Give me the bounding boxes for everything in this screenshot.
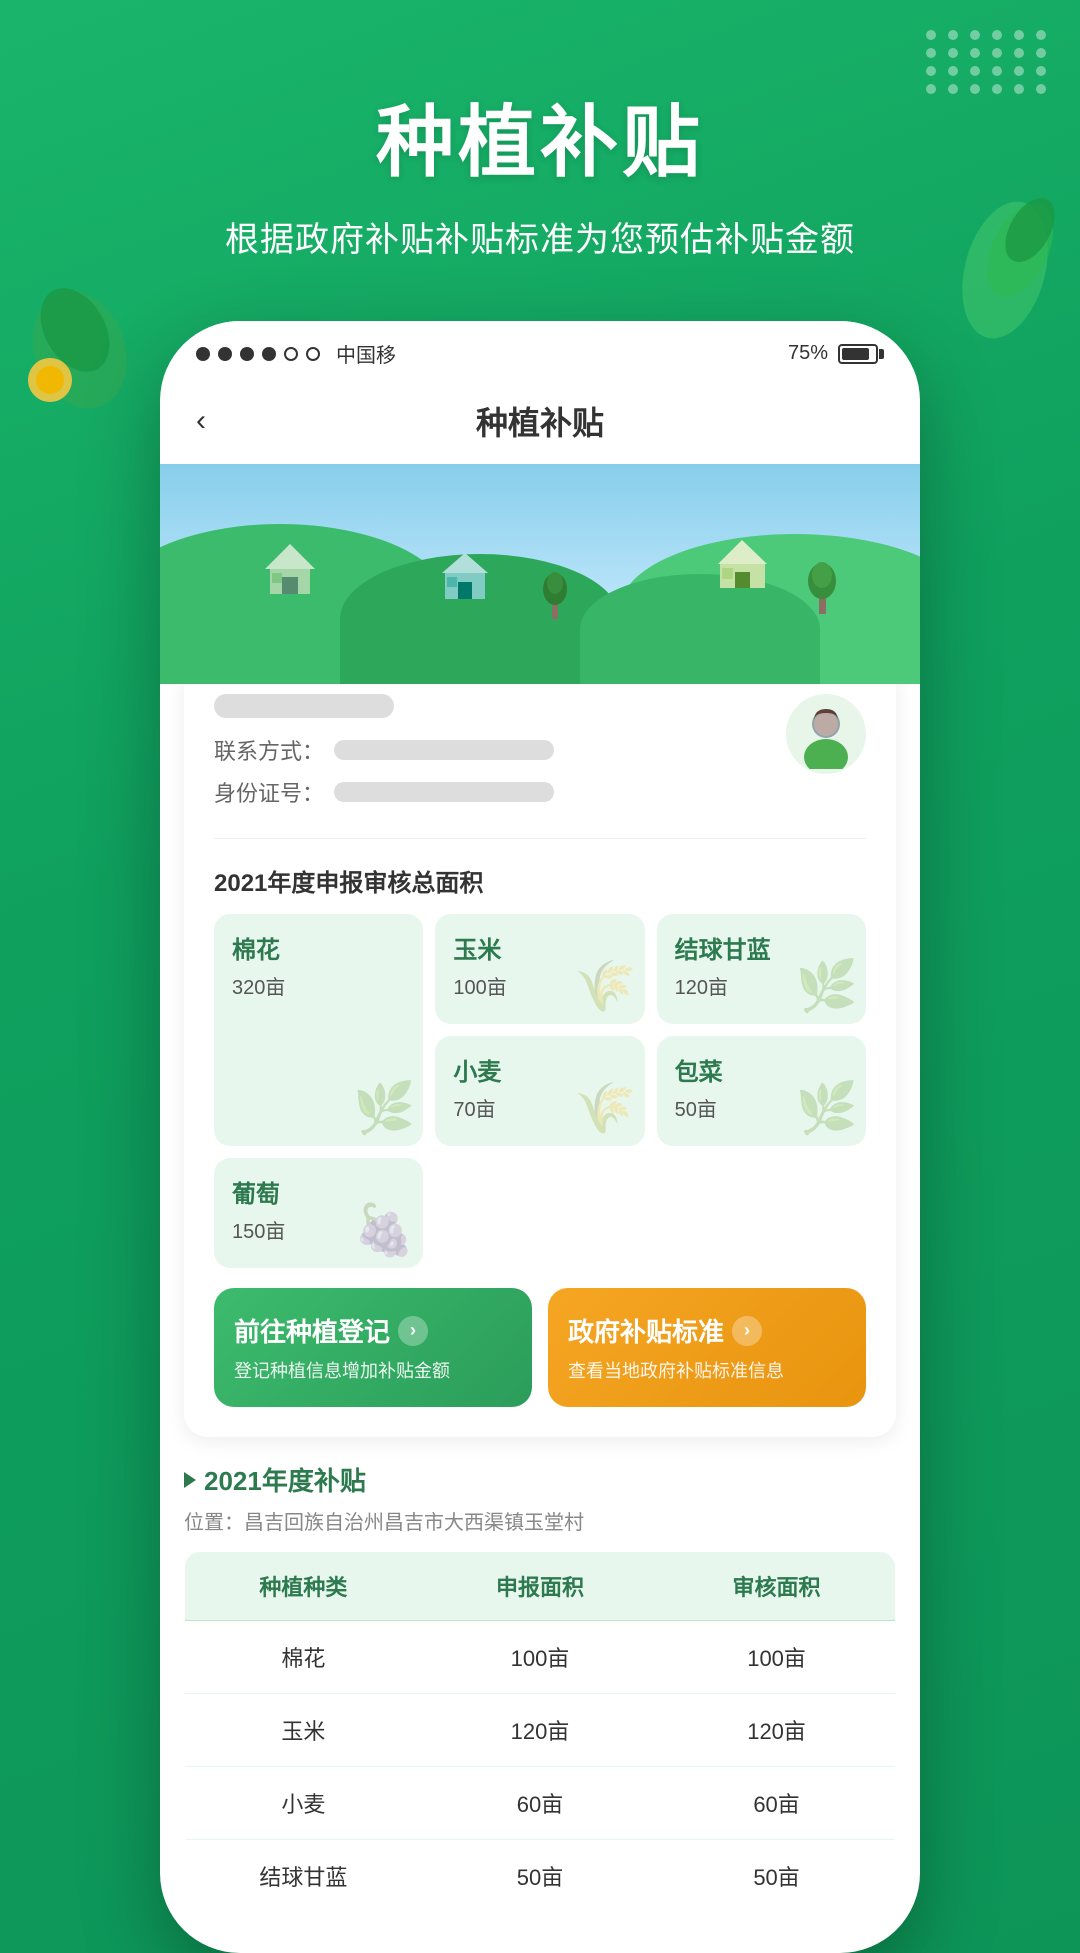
crop-area-cotton: 320亩 [232, 971, 405, 1000]
subsidy-section: 2021年度补贴 位置：昌吉回族自治州昌吉市大西渠镇玉堂村 种植种类 申报面积 … [184, 1461, 896, 1913]
crop-leaf-icon-pakchoi: 🌿 [796, 1079, 858, 1138]
signal-dot-2 [218, 347, 232, 361]
crop-leaf-icon-corn: 🌾 [574, 957, 636, 1016]
crop-card-wheat: 小麦 70亩 🌾 [435, 1036, 644, 1146]
phone-mockup: 中国移 75% ‹ 种植补贴 [160, 321, 920, 1953]
triangle-icon [184, 1472, 196, 1488]
table-row: 小麦60亩60亩 [185, 1767, 896, 1840]
battery-percent: 75% [788, 342, 828, 365]
register-button[interactable]: 前往种植登记 › 登记种植信息增加补贴金额 [214, 1288, 532, 1407]
signal-dot-1 [196, 347, 210, 361]
subsidy-location: 位置：昌吉回族自治州昌吉市大西渠镇玉堂村 [184, 1506, 896, 1535]
action-buttons: 前往种植登记 › 登记种植信息增加补贴金额 政府补贴标准 › 查看当地政府补贴标… [214, 1288, 866, 1407]
subsidy-year-title: 2021年度补贴 [184, 1461, 896, 1498]
signal-dot-5 [284, 347, 298, 361]
signal-dot-4 [262, 347, 276, 361]
nav-bar: ‹ 种植补贴 [160, 378, 920, 464]
crop-card-cotton: 棉花 320亩 🌿 [214, 914, 423, 1146]
standard-button[interactable]: 政府补贴标准 › 查看当地政府补贴标准信息 [548, 1288, 866, 1407]
house-3 [715, 536, 770, 599]
crop-section-title: 2021年度申报审核总面积 [214, 863, 866, 898]
hill-4 [580, 574, 820, 684]
page-sub-title: 根据政府补贴补贴标准为您预估补贴金额 [0, 212, 1080, 261]
battery-fill [842, 348, 869, 360]
user-details: 联系方式： 身份证号： [214, 694, 786, 818]
id-value-blurred [334, 782, 554, 802]
user-info-section: 联系方式： 身份证号： [214, 694, 866, 839]
battery-icon [838, 344, 884, 364]
table-row: 棉花100亩100亩 [185, 1621, 896, 1694]
table-cell-type: 小麦 [185, 1767, 422, 1840]
subsidy-table: 种植种类 申报面积 审核面积 棉花100亩100亩玉米120亩120亩小麦60亩… [184, 1551, 896, 1913]
table-row: 结球甘蓝50亩50亩 [185, 1840, 896, 1913]
content-card: 联系方式： 身份证号： [184, 664, 896, 1437]
status-bar: 中国移 75% [160, 321, 920, 378]
table-header-type: 种植种类 [185, 1552, 422, 1621]
register-button-subtitle: 登记种植信息增加补贴金额 [234, 1357, 512, 1383]
crop-leaf-icon-wheat: 🌾 [574, 1079, 636, 1138]
signal-dot-3 [240, 347, 254, 361]
table-header-declared: 申报面积 [422, 1552, 658, 1621]
crop-leaf-icon-cotton: 🌿 [353, 1079, 415, 1138]
contact-label: 联系方式： [214, 734, 324, 766]
table-row: 玉米120亩120亩 [185, 1694, 896, 1767]
house-2 [440, 549, 490, 609]
crop-grid: 棉花 320亩 🌿 玉米 100亩 🌾 结球甘蓝 120亩 🌿 [214, 914, 866, 1268]
table-cell-approved: 120亩 [658, 1694, 895, 1767]
table-cell-type: 棉花 [185, 1621, 422, 1694]
page-main-title: 种植补贴 [0, 80, 1080, 192]
crop-leaf-icon-grape: 🍇 [353, 1201, 415, 1260]
signal-dot-6 [306, 347, 320, 361]
table-cell-approved: 60亩 [658, 1767, 895, 1840]
hero-image [160, 464, 920, 684]
table-header-row: 种植种类 申报面积 审核面积 [185, 1552, 896, 1621]
status-right: 75% [788, 342, 884, 365]
user-name-blurred [214, 694, 394, 718]
house-1 [260, 539, 320, 604]
back-button[interactable]: ‹ [196, 404, 206, 438]
table-cell-approved: 100亩 [658, 1621, 895, 1694]
table-cell-declared: 120亩 [422, 1694, 658, 1767]
battery-body [838, 344, 878, 364]
table-cell-approved: 50亩 [658, 1840, 895, 1913]
table-cell-type: 结球甘蓝 [185, 1840, 422, 1913]
register-button-title: 前往种植登记 › [234, 1312, 512, 1349]
carrier-name: 中国移 [336, 339, 396, 368]
battery-tip [879, 349, 884, 359]
user-avatar [786, 694, 866, 774]
standard-button-subtitle: 查看当地政府补贴标准信息 [568, 1357, 846, 1383]
crop-name-cotton: 棉花 [232, 930, 405, 965]
standard-arrow-icon: › [732, 1316, 762, 1346]
user-contact: 联系方式： [214, 734, 786, 766]
table-cell-declared: 60亩 [422, 1767, 658, 1840]
crop-card-grape: 葡萄 150亩 🍇 [214, 1158, 423, 1268]
standard-button-title: 政府补贴标准 › [568, 1312, 846, 1349]
crop-leaf-icon-cabbage: 🌿 [796, 957, 858, 1016]
contact-value-blurred [334, 740, 554, 760]
tree-2 [540, 569, 570, 624]
tree-1 [805, 559, 840, 619]
table-cell-declared: 50亩 [422, 1840, 658, 1913]
table-cell-declared: 100亩 [422, 1621, 658, 1694]
status-left: 中国移 [196, 339, 396, 368]
crop-card-corn: 玉米 100亩 🌾 [435, 914, 644, 1024]
id-label: 身份证号： [214, 776, 324, 808]
user-id: 身份证号： [214, 776, 786, 808]
phone-frame: 中国移 75% ‹ 种植补贴 [160, 321, 920, 1953]
nav-title: 种植补贴 [476, 398, 604, 444]
table-cell-type: 玉米 [185, 1694, 422, 1767]
crop-card-pakchoi: 包菜 50亩 🌿 [657, 1036, 866, 1146]
register-arrow-icon: › [398, 1316, 428, 1346]
crop-card-cabbage: 结球甘蓝 120亩 🌿 [657, 914, 866, 1024]
header-section: 种植补贴 根据政府补贴补贴标准为您预估补贴金额 [0, 0, 1080, 261]
table-header-approved: 审核面积 [658, 1552, 895, 1621]
